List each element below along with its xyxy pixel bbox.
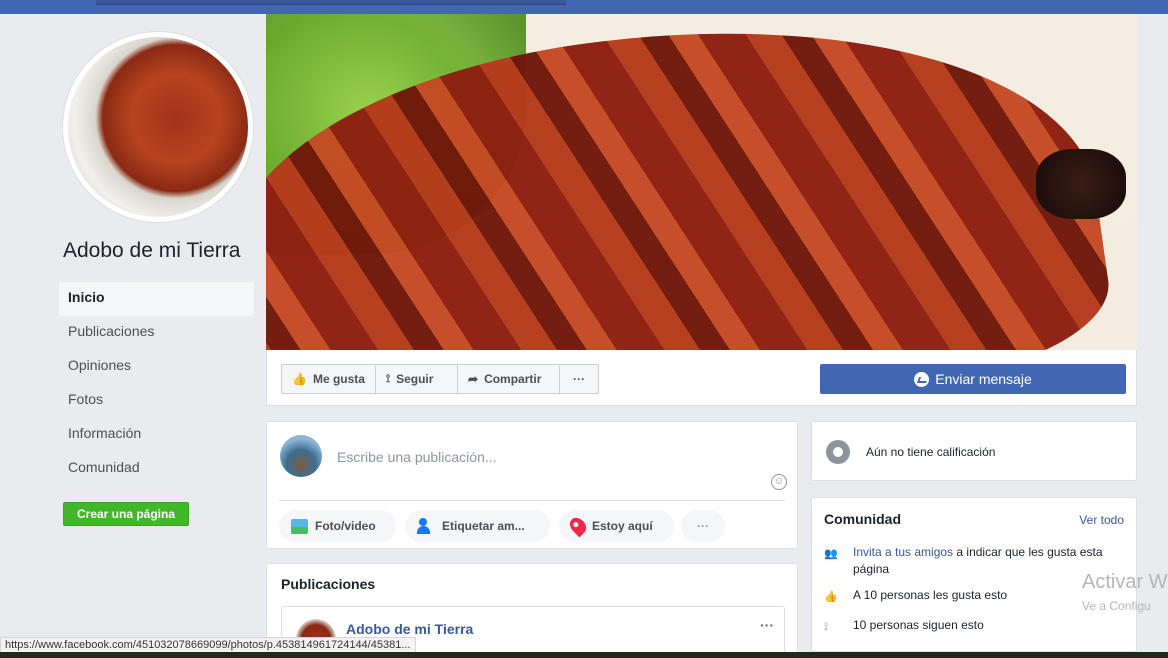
photo-label: Foto/video — [315, 519, 376, 533]
like-button[interactable]: 👍 Me gusta — [281, 364, 376, 394]
top-nav-bar — [0, 0, 1168, 14]
rss-icon: ⟟ — [824, 621, 829, 633]
nav-item-comunidad[interactable]: Comunidad — [59, 452, 254, 486]
composer-divider — [279, 500, 785, 501]
post-input[interactable] — [337, 446, 737, 468]
check-in-label: Estoy aquí — [592, 519, 653, 533]
check-in-button[interactable]: Estoy aquí — [559, 510, 674, 542]
thumbs-up-icon: 👍 — [292, 372, 307, 386]
community-title: Comunidad — [824, 511, 901, 527]
profile-image — [68, 37, 248, 217]
left-column: Adobo de mi Tierra Inicio Publicaciones … — [0, 14, 262, 634]
post-more-button[interactable]: ··· — [760, 617, 774, 633]
invite-friends-link[interactable]: Invita a tus amigos — [853, 545, 953, 559]
browser-status-url: https://www.facebook.com/451032078669099… — [0, 637, 416, 653]
nav-item-opiniones[interactable]: Opiniones — [59, 350, 254, 384]
tag-friends-icon — [417, 518, 435, 534]
share-button[interactable]: ➦ Compartir — [457, 364, 560, 394]
thumbs-up-icon: 👍 — [824, 591, 838, 603]
like-label: Me gusta — [312, 372, 365, 386]
cover-bone-shape — [1036, 149, 1126, 219]
profile-picture[interactable] — [63, 32, 253, 222]
photo-icon — [291, 518, 308, 534]
taskbar-strip — [0, 652, 1168, 658]
invite-friends-icon: 👥 — [824, 548, 838, 560]
share-arrow-icon: ➦ — [468, 372, 479, 386]
tag-friends-button[interactable]: Etiquetar am... — [405, 510, 550, 542]
send-message-button[interactable]: Enviar mensaje — [820, 364, 1126, 394]
page-action-bar: 👍 Me gusta ⟟ Seguir ➦ Compartir ··· Enviar … — [266, 350, 1137, 406]
messenger-icon — [914, 371, 930, 387]
rating-text: Aún no tiene calificación — [866, 445, 996, 459]
create-page-button[interactable]: Crear una página — [63, 502, 189, 526]
nav-item-inicio[interactable]: Inicio — [59, 282, 254, 316]
tag-label: Etiquetar am... — [442, 519, 525, 533]
rss-icon: ⟟ — [386, 372, 391, 385]
windows-activation-subtext: Ve a Configu — [1082, 599, 1151, 613]
follow-button[interactable]: ⟟ Seguir — [375, 364, 458, 394]
posts-title: Publicaciones — [281, 576, 376, 592]
windows-activation-watermark: Activar W — [1082, 571, 1168, 593]
top-search-strip[interactable] — [96, 0, 566, 5]
emoji-icon[interactable]: ☺ — [771, 474, 787, 490]
page-title: Adobo de mi Tierra — [63, 239, 241, 262]
composer-more-button[interactable]: ··· — [681, 510, 725, 542]
more-options-button[interactable]: ··· — [559, 364, 599, 394]
nav-item-fotos[interactable]: Fotos — [59, 384, 254, 418]
rating-icon — [826, 440, 850, 464]
see-all-link[interactable]: Ver todo — [1079, 513, 1124, 527]
follows-row: ⟟ 10 personas siguen esto — [824, 617, 1124, 634]
page-nav: Inicio Publicaciones Opiniones Fotos Inf… — [59, 282, 254, 486]
send-message-label: Enviar mensaje — [935, 371, 1032, 387]
follow-label: Seguir — [396, 372, 434, 386]
user-avatar — [280, 435, 322, 477]
follows-text: 10 personas siguen esto — [853, 618, 984, 632]
post-author-link[interactable]: Adobo de mi Tierra — [346, 621, 473, 637]
invite-row: 👥 Invita a tus amigos a indicar que les … — [824, 544, 1124, 578]
rating-box: Aún no tiene calificación — [811, 421, 1137, 481]
location-pin-icon — [566, 514, 590, 538]
cover-photo[interactable] — [266, 14, 1137, 350]
post-composer: ☺ Foto/video Etiquetar am... Estoy aquí … — [266, 421, 798, 549]
likes-row: 👍 A 10 personas les gusta esto — [824, 587, 1124, 604]
share-label: Compartir — [484, 372, 542, 386]
nav-item-informacion[interactable]: Información — [59, 418, 254, 452]
nav-item-publicaciones[interactable]: Publicaciones — [59, 316, 254, 350]
photo-video-button[interactable]: Foto/video — [279, 510, 396, 542]
